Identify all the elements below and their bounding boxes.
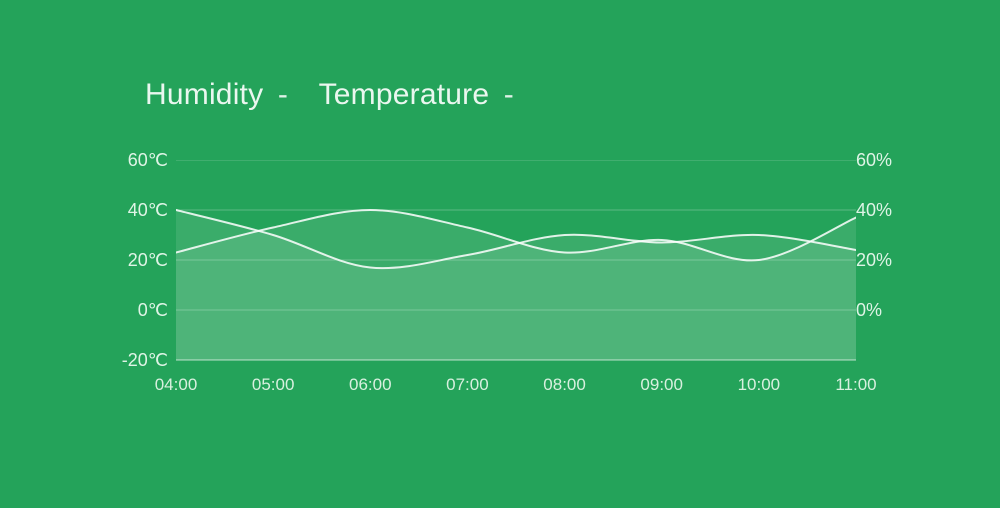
y-left-tick: -20℃ xyxy=(96,352,168,368)
chart-area: 60℃40℃20℃0℃-20℃ 60%40%20%0% 04:0005:0006… xyxy=(96,160,916,430)
x-tick: 10:00 xyxy=(738,375,781,395)
x-tick: 09:00 xyxy=(640,375,683,395)
x-tick: 05:00 xyxy=(252,375,295,395)
y-left-tick: 60℃ xyxy=(96,152,168,168)
chart-card: Humidity - Temperature - 60℃ 40℃ 20℃ 0℃ -20℃… xyxy=(0,0,1000,508)
legend-dash-icon: - xyxy=(504,78,514,112)
chart-svg xyxy=(176,160,856,370)
y-right-tick: 20% xyxy=(856,252,916,268)
legend-item-temperature: Temperature - xyxy=(319,78,514,112)
y-right-tick: 40% xyxy=(856,202,916,218)
x-tick: 08:00 xyxy=(543,375,586,395)
series-area-temperature xyxy=(176,210,856,360)
x-tick: 11:00 xyxy=(835,375,876,395)
chart-legend: Humidity - Temperature - xyxy=(145,78,536,112)
y-left-tick: 0℃ xyxy=(96,302,168,318)
y-right-tick: 0% xyxy=(856,302,916,318)
x-tick: 04:00 xyxy=(155,375,198,395)
legend-label-temperature: Temperature xyxy=(319,78,490,111)
x-tick: 07:00 xyxy=(446,375,489,395)
y-left-tick: 40℃ xyxy=(96,202,168,218)
legend-label-humidity: Humidity xyxy=(145,78,263,111)
x-tick: 06:00 xyxy=(349,375,392,395)
y-right-tick: 60% xyxy=(856,152,916,168)
legend-dash-icon: - xyxy=(278,78,288,112)
legend-item-humidity: Humidity - xyxy=(145,78,288,112)
y-left-tick: 20℃ xyxy=(96,252,168,268)
